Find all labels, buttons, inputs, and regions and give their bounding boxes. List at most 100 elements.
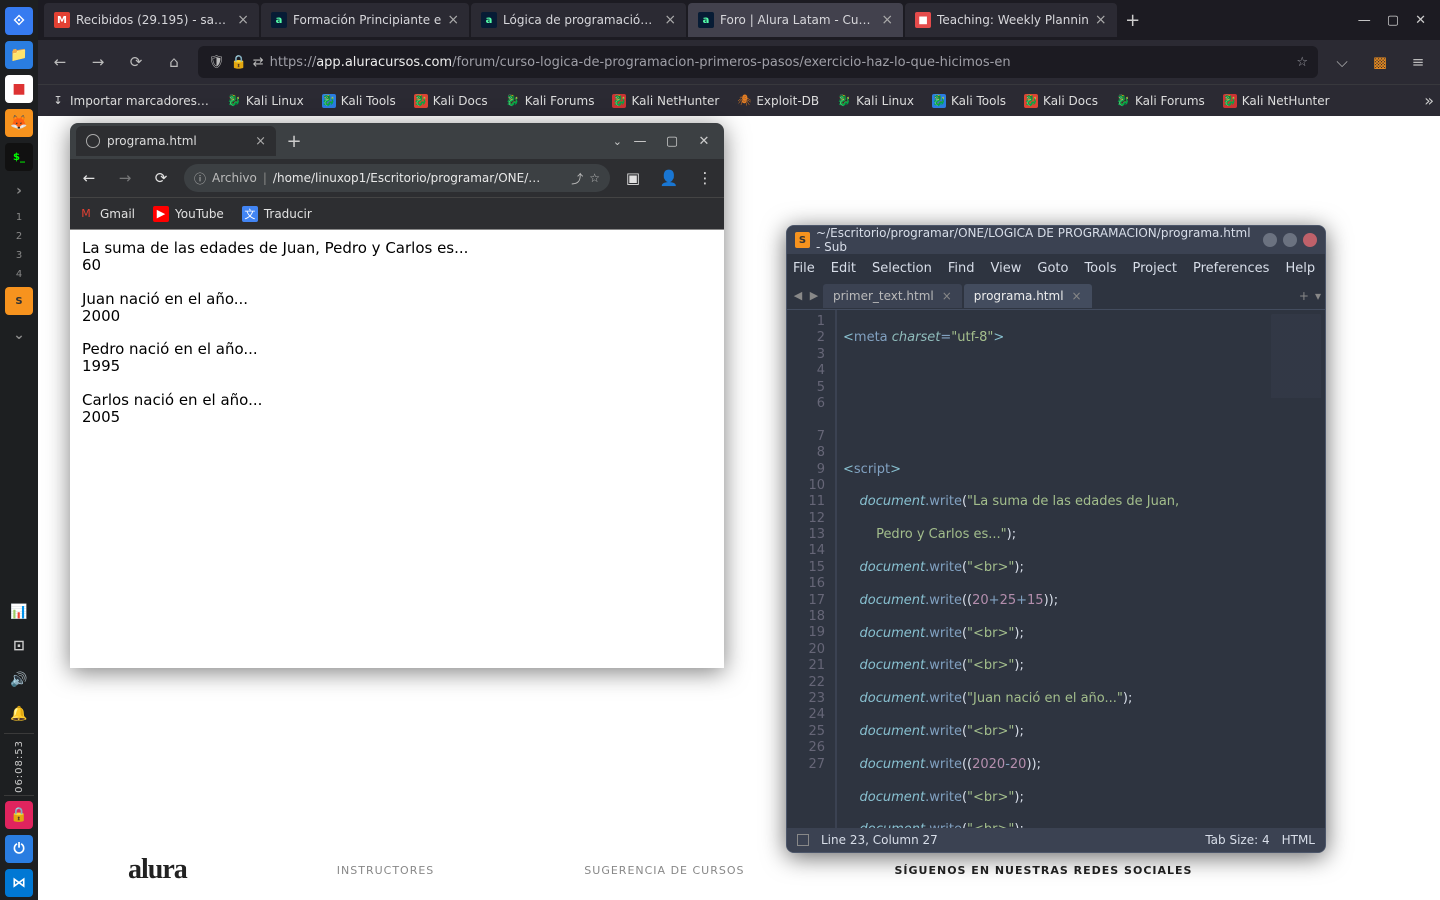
back-button[interactable]: ←: [76, 169, 102, 187]
workspace-3[interactable]: 3: [16, 250, 22, 261]
bookmark-translate[interactable]: 文Traducir: [242, 206, 312, 222]
fx-tab-0[interactable]: MRecibidos (29.195) - samg×: [44, 3, 259, 37]
menu-tools[interactable]: Tools: [1084, 261, 1116, 276]
bookmark-youtube[interactable]: ▶YouTube: [153, 206, 224, 222]
bookmarks-overflow[interactable]: »: [1424, 91, 1434, 110]
side-panel-icon[interactable]: ▣: [620, 169, 646, 187]
tab-menu-icon[interactable]: ▾: [1315, 289, 1321, 303]
bookmark-kali-linux-2[interactable]: 🐉Kali Linux: [830, 90, 921, 112]
url-bar[interactable]: 🛡 🔒 ⇄ https://app.aluracursos.com/forum/…: [198, 46, 1318, 78]
workspace-2[interactable]: 2: [16, 231, 22, 242]
close-icon[interactable]: ×: [881, 12, 893, 28]
close-icon[interactable]: ×: [942, 289, 952, 303]
chevron-down-icon[interactable]: ⌄: [5, 321, 33, 349]
maximize-button[interactable]: [1283, 233, 1297, 247]
status-tabsize[interactable]: Tab Size: 4: [1205, 833, 1269, 847]
tab-prev-icon[interactable]: ◀: [791, 289, 805, 302]
fx-tab-3[interactable]: aForo | Alura Latam - Curso×: [688, 3, 903, 37]
bookmark-star-icon[interactable]: ☆: [1296, 55, 1308, 70]
menu-help[interactable]: Help: [1285, 261, 1315, 276]
menu-project[interactable]: Project: [1132, 261, 1176, 276]
close-icon[interactable]: ×: [1072, 289, 1082, 303]
lock-icon[interactable]: 🔒: [5, 801, 33, 829]
close-button[interactable]: ✕: [1415, 13, 1426, 28]
minimize-button[interactable]: —: [1358, 13, 1371, 28]
bookmark-kali-tools[interactable]: 🐉Kali Tools: [315, 90, 403, 112]
disk-icon[interactable]: ⊡: [5, 632, 33, 660]
bookmark-kali-forums[interactable]: 🐉Kali Forums: [499, 90, 602, 112]
fx-tab-2[interactable]: aLógica de programación: F×: [471, 3, 686, 37]
power-icon[interactable]: ⏻: [5, 835, 33, 863]
maximize-button[interactable]: ▢: [1387, 13, 1399, 28]
vscode-icon[interactable]: ⋈: [5, 869, 33, 897]
bookmark-kali-docs-2[interactable]: 🐉Kali Docs: [1017, 90, 1105, 112]
bookmark-nethunter[interactable]: 🐉Kali NetHunter: [605, 90, 726, 112]
tab-next-icon[interactable]: ▶: [807, 289, 821, 302]
document-icon[interactable]: ■: [5, 75, 33, 103]
fx-tab-4[interactable]: ■Teaching: Weekly Plannin×: [905, 3, 1117, 37]
chromium-tab[interactable]: programa.html ×: [76, 126, 276, 156]
maximize-button[interactable]: ▢: [658, 134, 686, 149]
close-button[interactable]: [1303, 233, 1317, 247]
menu-goto[interactable]: Goto: [1037, 261, 1068, 276]
menu-icon[interactable]: ⋮: [692, 169, 718, 187]
fx-tab-1[interactable]: aFormación Principiante e×: [261, 3, 469, 37]
bookmark-kali-docs[interactable]: 🐉Kali Docs: [407, 90, 495, 112]
forward-button[interactable]: →: [112, 169, 138, 187]
sublime-task-icon[interactable]: S: [5, 287, 33, 315]
profile-icon[interactable]: 👤: [656, 169, 682, 187]
new-tab-button[interactable]: +: [1119, 10, 1147, 31]
sublime-editor[interactable]: 1234 56 78910111213141516171819202122232…: [787, 310, 1325, 828]
bookmark-kali-forums-2[interactable]: 🐉Kali Forums: [1109, 90, 1212, 112]
menu-file[interactable]: File: [793, 261, 815, 276]
terminal-icon[interactable]: $_: [5, 143, 33, 171]
firefox-icon[interactable]: 🦊: [5, 109, 33, 137]
sublime-tab-0[interactable]: primer_text.html×: [823, 284, 962, 308]
chromium-url-bar[interactable]: ⓘ Archivo | /home/linuxop1/Escritorio/pr…: [184, 164, 610, 192]
sublime-titlebar[interactable]: S ~/Escritorio/programar/ONE/LOGICA DE P…: [787, 226, 1325, 254]
menu-edit[interactable]: Edit: [831, 261, 856, 276]
expand-icon[interactable]: ›: [5, 177, 33, 205]
sublime-tab-1[interactable]: programa.html×: [964, 284, 1092, 308]
close-button[interactable]: ✕: [690, 134, 718, 149]
status-lang[interactable]: HTML: [1282, 833, 1315, 847]
close-icon[interactable]: ×: [447, 12, 459, 28]
new-tab-icon[interactable]: +: [1299, 289, 1309, 303]
menu-view[interactable]: View: [991, 261, 1022, 276]
close-icon[interactable]: ×: [255, 134, 266, 149]
extension-icon[interactable]: ▩: [1366, 48, 1394, 76]
bookmark-gmail[interactable]: MGmail: [78, 206, 135, 222]
new-tab-button[interactable]: +: [280, 131, 308, 152]
home-button[interactable]: ⌂: [160, 48, 188, 76]
close-icon[interactable]: ×: [664, 12, 676, 28]
bookmark-nethunter-2[interactable]: 🐉Kali NetHunter: [1216, 90, 1337, 112]
graph-icon[interactable]: 📊: [5, 598, 33, 626]
share-icon[interactable]: ⤴: [571, 170, 583, 187]
menu-preferences[interactable]: Preferences: [1193, 261, 1269, 276]
pocket-icon[interactable]: ⌵: [1328, 48, 1356, 76]
minimap[interactable]: [1271, 314, 1321, 454]
star-icon[interactable]: ☆: [589, 171, 600, 185]
volume-icon[interactable]: 🔊: [5, 666, 33, 694]
close-icon[interactable]: ×: [237, 12, 249, 28]
workspace-1[interactable]: 1: [16, 212, 22, 223]
app-launcher-icon[interactable]: ⟐: [5, 7, 33, 35]
bookmark-exploitdb[interactable]: 🕷Exploit-DB: [730, 90, 826, 112]
notifications-icon[interactable]: 🔔: [5, 700, 33, 728]
bookmark-kali-linux[interactable]: 🐉Kali Linux: [220, 90, 311, 112]
reload-button[interactable]: ⟳: [122, 48, 150, 76]
status-panel-icon[interactable]: [797, 834, 809, 846]
code-area[interactable]: <meta charset="utf-8"> <script> document…: [837, 310, 1325, 828]
bookmark-kali-tools-2[interactable]: 🐉Kali Tools: [925, 90, 1013, 112]
back-button[interactable]: ←: [46, 48, 74, 76]
forward-button[interactable]: →: [84, 48, 112, 76]
menu-selection[interactable]: Selection: [872, 261, 932, 276]
close-icon[interactable]: ×: [1095, 12, 1107, 28]
reload-button[interactable]: ⟳: [148, 169, 174, 187]
bookmark-import[interactable]: ↧Importar marcadores…: [44, 90, 216, 112]
workspace-4[interactable]: 4: [16, 269, 22, 280]
menu-find[interactable]: Find: [948, 261, 975, 276]
files-icon[interactable]: 📁: [5, 41, 33, 69]
minimize-button[interactable]: —: [626, 134, 654, 149]
tab-search-icon[interactable]: ⌄: [613, 135, 622, 148]
